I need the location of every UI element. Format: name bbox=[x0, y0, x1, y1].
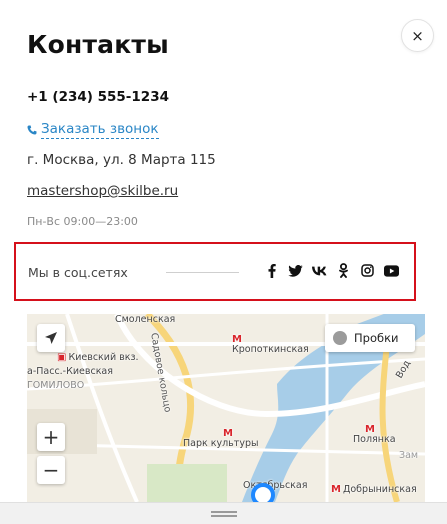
zoom-out-button[interactable]: − bbox=[37, 456, 65, 484]
callback-label: Заказать звонок bbox=[41, 121, 159, 139]
traffic-label: Пробки bbox=[354, 331, 399, 345]
map-label-pass-kievskaya: а-Пасс.-Киевская bbox=[27, 366, 113, 377]
callback-link[interactable]: Заказать звонок bbox=[27, 121, 159, 139]
traffic-button[interactable]: Пробки bbox=[325, 324, 415, 352]
map[interactable]: Смоленская Садовое кольцо ▣ Киевский вкз… bbox=[27, 314, 425, 502]
phone-number[interactable]: +1 (234) 555-1234 bbox=[27, 89, 169, 105]
map-label-smolenskaya: Смоленская bbox=[115, 314, 176, 325]
phone-icon bbox=[27, 125, 37, 135]
divider bbox=[166, 272, 239, 273]
close-button[interactable]: × bbox=[401, 19, 434, 52]
vk-icon[interactable] bbox=[312, 263, 327, 278]
resize-handle[interactable] bbox=[0, 502, 447, 524]
youtube-icon[interactable] bbox=[384, 263, 399, 278]
grip-icon bbox=[210, 510, 237, 513]
map-label-dorogomilovo: ГОМИЛОВО bbox=[27, 380, 85, 391]
geolocation-button[interactable] bbox=[37, 324, 65, 352]
twitter-icon[interactable] bbox=[288, 263, 303, 278]
map-label-polyanka: Полянка bbox=[353, 434, 396, 445]
social-label: Мы в соц.сетях bbox=[28, 265, 128, 280]
traffic-icon bbox=[333, 331, 347, 345]
map-label-park-kultury: Парк культуры bbox=[183, 438, 259, 449]
zoom-in-button[interactable]: + bbox=[37, 423, 65, 451]
working-hours: Пн-Вс 09:00—23:00 bbox=[27, 215, 138, 228]
map-label-zam: Зам bbox=[399, 450, 419, 461]
address: г. Москва, ул. 8 Марта 115 bbox=[27, 152, 216, 168]
map-label-dobryninskaya: M Добрынинская bbox=[331, 484, 417, 495]
map-pin-icon bbox=[251, 483, 275, 502]
facebook-icon[interactable] bbox=[264, 263, 279, 278]
map-label-kievsky: ▣ Киевский вкз. bbox=[57, 352, 139, 363]
odnoklassniki-icon[interactable] bbox=[336, 263, 351, 278]
email-link[interactable]: mastershop@skilbe.ru bbox=[27, 183, 178, 199]
metro-icon: M bbox=[331, 484, 341, 495]
close-icon: × bbox=[411, 26, 424, 45]
location-arrow-icon bbox=[45, 332, 57, 344]
map-label-kropotkinskaya-text: Кропоткинская bbox=[232, 344, 309, 355]
instagram-icon[interactable] bbox=[360, 263, 375, 278]
social-icons bbox=[264, 263, 399, 278]
metro-icon: ▣ bbox=[57, 352, 67, 363]
social-networks-block: Мы в соц.сетях bbox=[14, 242, 416, 301]
page-title: Контакты bbox=[27, 30, 169, 59]
